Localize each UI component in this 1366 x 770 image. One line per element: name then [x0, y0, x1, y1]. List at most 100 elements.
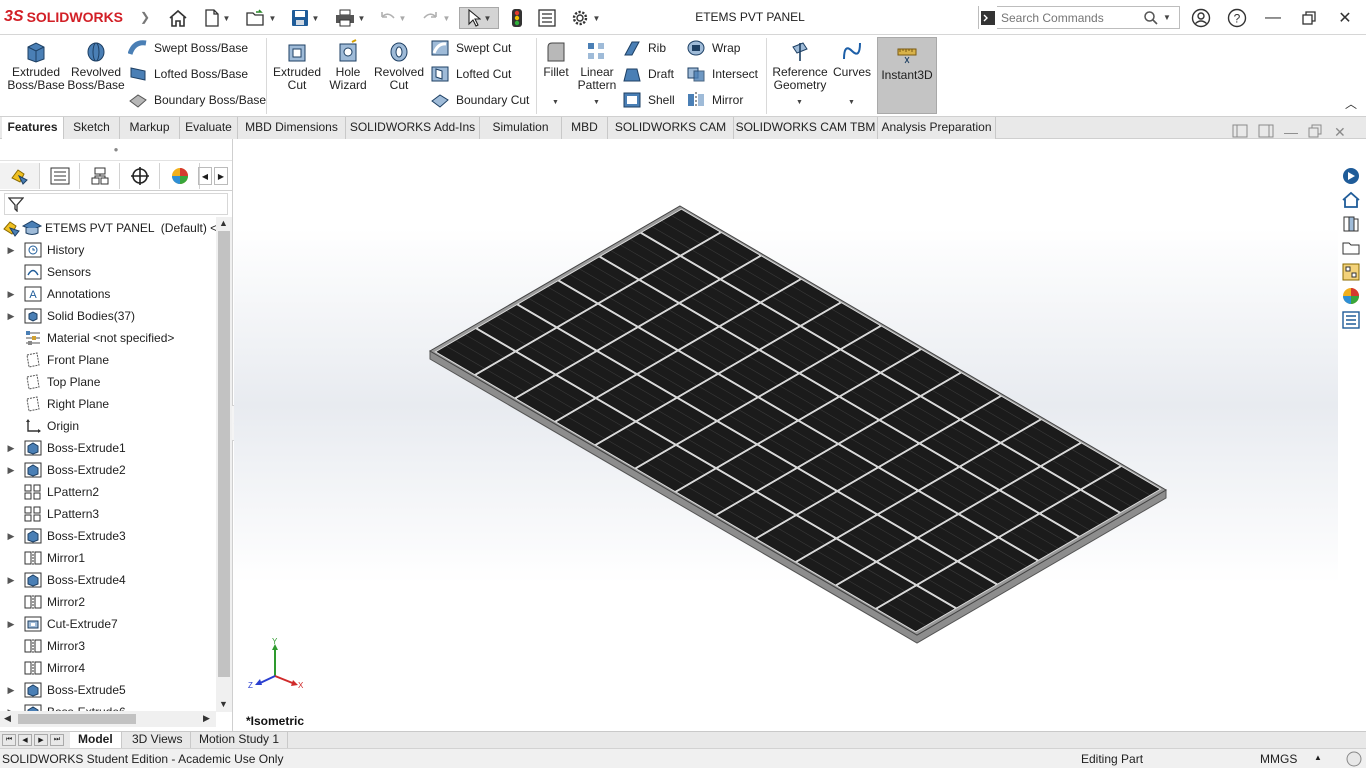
boundary-boss-button[interactable]: Boundary Boss/Base [128, 90, 266, 110]
fillet-button[interactable]: Fillet [538, 39, 574, 79]
expand-arrow-icon[interactable]: ▶ [0, 685, 22, 696]
tree-item[interactable]: ▶ A Annotations [0, 283, 216, 305]
search-icon[interactable] [1143, 10, 1159, 26]
select-button[interactable]: ▼ [459, 7, 499, 29]
tab-analysis-preparation[interactable]: Analysis Preparation [878, 117, 996, 139]
panel-grip-handle[interactable]: ● [0, 139, 232, 161]
tree-item[interactable]: ▶ Cut-Extrude7 [0, 613, 216, 635]
expand-arrow-icon[interactable]: ▶ [0, 289, 22, 300]
units-dropdown-icon[interactable]: ▲ [1314, 753, 1322, 762]
home-button[interactable] [166, 7, 190, 29]
tree-item[interactable]: ▶ Boss-Extrude4 [0, 569, 216, 591]
draft-button[interactable]: Draft [622, 64, 674, 84]
tree-item[interactable]: LPattern3 [0, 503, 216, 525]
tab-mbd-dimensions[interactable]: MBD Dimensions [238, 117, 346, 139]
reference-geometry-dropdown-icon[interactable]: ▼ [796, 99, 803, 106]
hscroll-thumb[interactable] [18, 714, 136, 724]
tree-item[interactable]: Material <not specified> [0, 327, 216, 349]
tab-solidworks-add-ins[interactable]: SOLIDWORKS Add-Ins [346, 117, 480, 139]
rib-button[interactable]: Rib [622, 38, 666, 58]
file-properties-button[interactable] [536, 7, 558, 29]
shell-button[interactable]: Shell [622, 90, 675, 110]
tree-item[interactable]: Top Plane [0, 371, 216, 393]
hole-wizard-button[interactable]: Hole Wizard [324, 39, 372, 92]
swept-cut-button[interactable]: Swept Cut [430, 38, 511, 58]
tree-item[interactable]: LPattern2 [0, 481, 216, 503]
undo-button[interactable]: ▼ [374, 7, 410, 29]
pattern-dropdown-icon[interactable]: ▼ [593, 99, 600, 106]
tree-item[interactable]: ▶ Boss-Extrude2 [0, 459, 216, 481]
account-button[interactable] [1189, 7, 1213, 29]
tabs-scroll-left-button[interactable]: ◀ [198, 167, 212, 185]
search-commands-box[interactable]: ▼ [978, 6, 1180, 29]
tree-item[interactable]: Mirror3 [0, 635, 216, 657]
expand-arrow-icon[interactable]: ▶ [0, 443, 22, 454]
linear-pattern-button[interactable]: Linear Pattern [576, 39, 618, 92]
revolved-cut-button[interactable]: Revolved Cut [372, 39, 426, 92]
tree-horizontal-scrollbar[interactable]: ◀ ▶ [0, 711, 216, 727]
feature-tree-filter[interactable] [4, 193, 228, 215]
custom-properties-button[interactable] [1338, 309, 1364, 331]
expand-arrow-icon[interactable]: ▶ [0, 619, 22, 630]
tabs-scroll-right-button[interactable]: ▶ [214, 167, 228, 185]
tab-mbd[interactable]: MBD [562, 117, 608, 139]
tab-feature-manager[interactable] [0, 163, 40, 189]
minimize-button[interactable]: — [1261, 7, 1285, 29]
lofted-boss-button[interactable]: Lofted Boss/Base [128, 64, 248, 84]
tree-item[interactable]: Mirror2 [0, 591, 216, 613]
scroll-right-icon[interactable]: ▶ [203, 713, 210, 724]
last-tab-icon[interactable]: ⏭ [50, 734, 64, 746]
restore-button[interactable] [1297, 7, 1321, 29]
tree-item[interactable]: ▶ Boss-Extrude1 [0, 437, 216, 459]
appearances-button[interactable] [1338, 285, 1364, 307]
scroll-left-icon[interactable]: ◀ [4, 713, 11, 724]
tab-display-manager[interactable] [160, 163, 200, 189]
view-palette-button[interactable] [1338, 261, 1364, 283]
bottom-tab-motion-study-1[interactable]: Motion Study 1 [191, 732, 289, 748]
tree-item[interactable]: Sensors [0, 261, 216, 283]
scroll-up-icon[interactable]: ▲ [219, 218, 228, 228]
tree-item[interactable]: Front Plane [0, 349, 216, 371]
tree-root[interactable]: ETEMS PVT PANEL (Default) << [0, 217, 216, 239]
search-input[interactable] [1001, 10, 1141, 25]
expand-arrow-icon[interactable]: ▶ [0, 575, 22, 586]
new-document-button[interactable]: ▼ [198, 7, 236, 29]
graphics-area[interactable] [234, 139, 1338, 731]
tree-item[interactable]: Mirror4 [0, 657, 216, 679]
lofted-cut-button[interactable]: Lofted Cut [430, 64, 511, 84]
collapse-ribbon-button[interactable]: ︿ [1345, 95, 1357, 112]
boundary-cut-button[interactable]: Boundary Cut [430, 90, 529, 110]
solidworks-logo[interactable]: 3S SOLIDWORKS ❯ [4, 7, 150, 27]
first-tab-icon[interactable]: ⏮ [2, 734, 16, 746]
expand-arrow-icon[interactable]: ▶ [0, 311, 22, 322]
bottom-tab-3d-views[interactable]: 3D Views [124, 732, 192, 748]
prev-tab-icon[interactable]: ◀ [18, 734, 32, 746]
solar-panel-model[interactable] [234, 139, 1338, 731]
scroll-thumb[interactable] [218, 231, 230, 677]
file-explorer-button[interactable] [1338, 237, 1364, 259]
expand-arrow-icon[interactable]: ▶ [0, 245, 22, 256]
expand-arrow-icon[interactable]: ▶ [0, 465, 22, 476]
home-pane-button[interactable] [1338, 189, 1364, 211]
expand-arrow-icon[interactable]: ▶ [0, 531, 22, 542]
status-info-button[interactable] [1346, 751, 1362, 770]
search-dropdown-icon[interactable]: ▼ [1163, 13, 1171, 22]
tree-item[interactable]: ▶ Boss-Extrude5 [0, 679, 216, 701]
revolved-boss-button[interactable]: Revolved Boss/Base [66, 39, 126, 92]
redo-button[interactable]: ▼ [418, 7, 454, 29]
extruded-boss-button[interactable]: Extruded Boss/Base [6, 39, 66, 92]
close-button[interactable]: ✕ [1333, 7, 1357, 29]
mirror-button[interactable]: Mirror [686, 90, 743, 110]
swept-boss-button[interactable]: Swept Boss/Base [128, 38, 248, 58]
tree-item[interactable]: ▶ Solid Bodies(37) [0, 305, 216, 327]
intersect-button[interactable]: Intersect [686, 64, 758, 84]
help-button[interactable]: ? [1225, 7, 1249, 29]
instant3d-button[interactable]: Instant3D [877, 37, 937, 114]
solidworks-resources-button[interactable] [1338, 165, 1364, 187]
print-button[interactable]: ▼ [330, 7, 370, 29]
unit-system-selector[interactable]: MMGS [1260, 752, 1297, 766]
tree-item[interactable]: Right Plane [0, 393, 216, 415]
curves-button[interactable]: Curves [832, 39, 872, 79]
tab-simulation[interactable]: Simulation [480, 117, 562, 139]
scroll-down-icon[interactable]: ▼ [219, 699, 228, 709]
